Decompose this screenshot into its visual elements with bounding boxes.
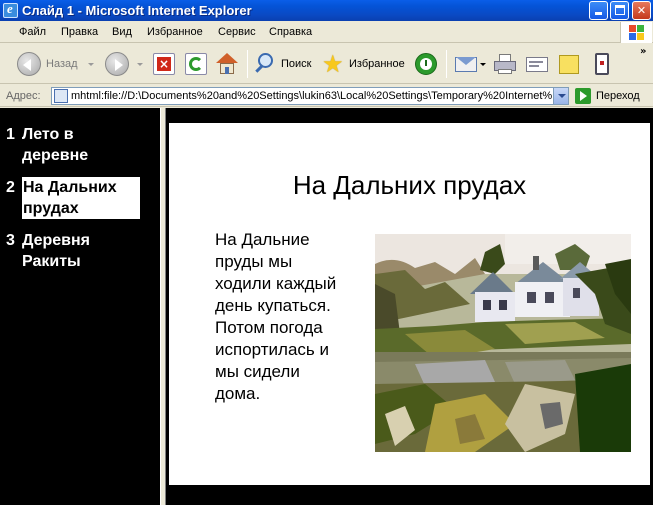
page-icon [54, 89, 68, 103]
stop-icon: × [153, 53, 175, 75]
toolbar-overflow-icon[interactable]: » [640, 46, 646, 57]
body-line: ходили каждый [215, 274, 337, 293]
toolbar-separator [247, 50, 248, 78]
refresh-icon [185, 53, 207, 75]
title-bar[interactable]: Слайд 1 - Microsoft Internet Explorer ✕ [0, 0, 653, 21]
forward-arrow-icon [105, 52, 129, 76]
go-button[interactable]: Переход [575, 88, 640, 104]
menu-favorites[interactable]: Избранное [147, 26, 203, 38]
print-button[interactable] [493, 49, 517, 79]
edit-button[interactable] [525, 49, 549, 79]
back-arrow-icon [17, 52, 41, 76]
back-button[interactable]: Назад [17, 49, 94, 79]
edit-page-icon [525, 52, 549, 76]
star-icon: ★ [322, 50, 344, 78]
menu-file[interactable]: Файл [19, 26, 46, 38]
mail-icon [454, 52, 478, 76]
history-icon [415, 53, 437, 75]
printer-icon [493, 52, 517, 76]
outline-title-line2: Ракиты [22, 253, 81, 270]
close-button[interactable]: ✕ [632, 1, 651, 20]
outline-title-line2: деревне [22, 147, 89, 164]
forward-dropdown-icon[interactable] [137, 62, 143, 66]
slide-frame: На Дальних прудах На Дальние пруды мы хо… [166, 108, 653, 505]
address-input[interactable]: mhtml:file://D:\Documents%20and%20Settin… [51, 87, 569, 105]
menu-bar: Файл Правка Вид Избранное Сервис Справка [0, 21, 653, 43]
menu-tools[interactable]: Сервис [218, 26, 256, 38]
close-icon: ✕ [636, 4, 647, 17]
address-value[interactable]: mhtml:file://D:\Documents%20and%20Settin… [71, 90, 552, 102]
body-line: дома. [215, 384, 261, 403]
note-icon [557, 52, 581, 76]
back-label: Назад [46, 58, 78, 70]
address-bar: Адрес: mhtml:file://D:\Documents%20and%2… [0, 85, 653, 107]
outline-title[interactable]: Лето в деревне [22, 124, 140, 166]
go-label: Переход [596, 90, 640, 102]
outline-title-line1: Лето в [22, 126, 74, 143]
windows-logo-icon [620, 22, 652, 43]
outline-number: 1 [6, 126, 15, 143]
search-icon [254, 52, 278, 76]
body-line: Потом погода [215, 318, 323, 337]
forward-button[interactable] [105, 49, 143, 79]
favorites-button[interactable]: ★ Избранное [322, 49, 405, 79]
body-line: испортилась и [215, 340, 329, 359]
window-title: Слайд 1 - Microsoft Internet Explorer [22, 3, 252, 18]
outline-title-active[interactable]: На Дальних прудах [22, 177, 140, 219]
village-house-illustration [375, 234, 631, 452]
device-icon [590, 52, 614, 76]
address-label: Адрес: [6, 90, 41, 102]
toolbar: Назад × Поиск ★ Избранное » [0, 44, 653, 84]
menu-edit[interactable]: Правка [61, 26, 98, 38]
address-dropdown-button[interactable] [553, 88, 568, 104]
slide-body-text: На Дальние пруды мы ходили каждый день к… [215, 229, 360, 405]
history-button[interactable] [415, 49, 437, 79]
menu-view[interactable]: Вид [112, 26, 132, 38]
body-line: мы сидели [215, 362, 300, 381]
body-line: день купаться. [215, 296, 331, 315]
back-dropdown-icon[interactable] [87, 62, 94, 66]
toolbar-separator [446, 50, 447, 78]
outline-title-line2: прудах [23, 200, 79, 217]
body-line: На Дальние [215, 230, 310, 249]
minimize-icon [595, 12, 602, 15]
slide: На Дальних прудах На Дальние пруды мы хо… [169, 123, 650, 485]
village-house-picture [375, 234, 631, 452]
minimize-button[interactable] [589, 1, 608, 20]
slide-outline-pane: 1 Лето в деревне 2 На Дальних прудах 3 Д… [0, 108, 160, 505]
search-button[interactable]: Поиск [254, 49, 311, 79]
home-icon [215, 52, 239, 76]
slide-title: На Дальних прудах [292, 170, 527, 200]
discuss-button[interactable] [557, 49, 581, 79]
outline-title[interactable]: Деревня Ракиты [22, 230, 140, 272]
outline-title-line1: На Дальних [23, 179, 117, 196]
maximize-button[interactable] [610, 1, 629, 20]
home-button[interactable] [215, 49, 239, 79]
maximize-icon [614, 5, 625, 15]
messenger-button[interactable] [590, 49, 614, 79]
ie-icon [3, 1, 18, 18]
outline-number: 2 [6, 179, 15, 196]
favorites-label: Избранное [349, 58, 405, 70]
browser-window: Слайд 1 - Microsoft Internet Explorer ✕ … [0, 0, 653, 505]
menu-help[interactable]: Справка [269, 26, 312, 38]
body-line: пруды мы [215, 252, 293, 271]
mail-dropdown-icon[interactable] [480, 62, 486, 66]
refresh-button[interactable] [185, 49, 207, 79]
outline-number: 3 [6, 232, 15, 249]
mail-button[interactable] [454, 49, 486, 79]
search-label: Поиск [281, 58, 312, 70]
stop-button[interactable]: × [153, 49, 175, 79]
outline-title-line1: Деревня [22, 232, 90, 249]
go-arrow-icon [575, 88, 591, 104]
page-content: 1 Лето в деревне 2 На Дальних прудах 3 Д… [0, 108, 653, 505]
